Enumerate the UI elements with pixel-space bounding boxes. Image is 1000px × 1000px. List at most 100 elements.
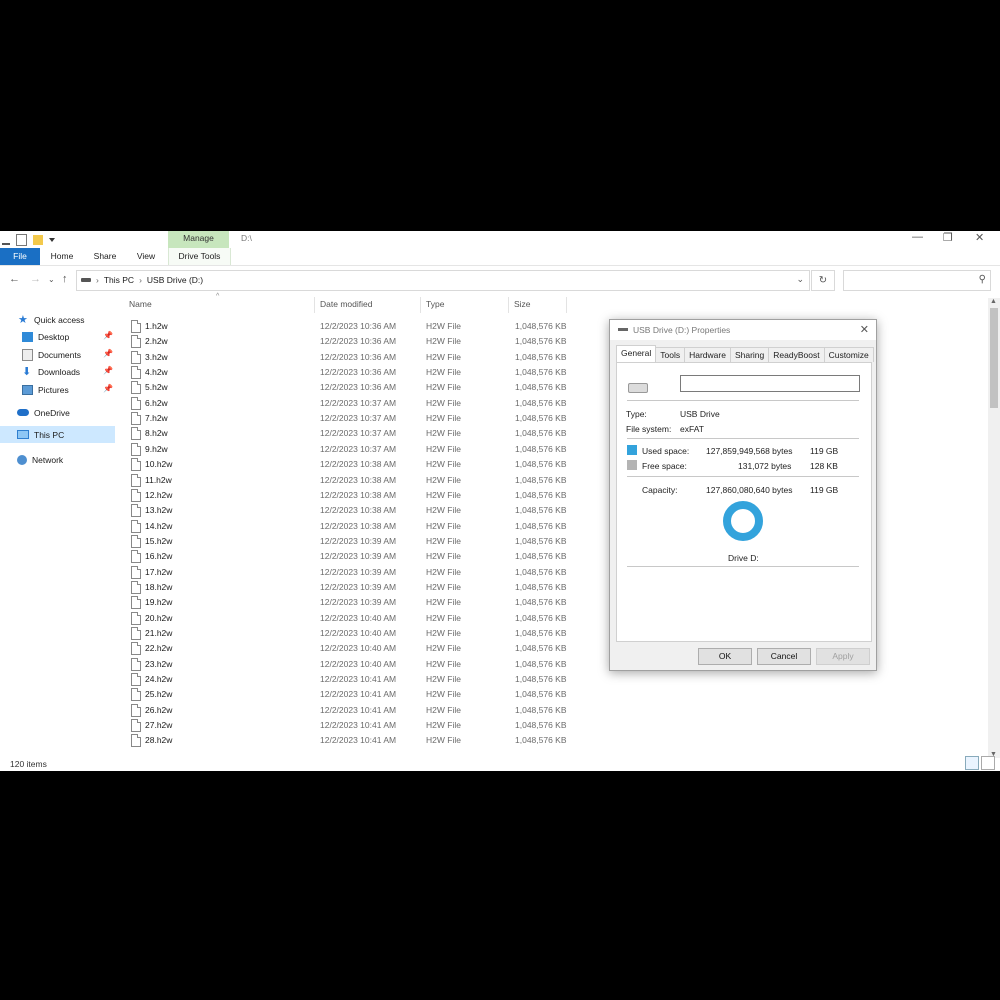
column-separator[interactable]: [420, 297, 421, 313]
usb-drive-icon: [618, 328, 628, 331]
file-size: 1,048,576 KB: [515, 474, 567, 485]
file-name: 10.h2w: [145, 459, 173, 470]
column-separator[interactable]: [566, 297, 567, 313]
tab-view[interactable]: View: [129, 248, 163, 265]
ribbon-tabs: File Home Share View Drive Tools: [0, 248, 1000, 266]
file-type: H2W File: [426, 535, 461, 546]
file-row[interactable]: 18.h2w 12/2/2023 10:39 AM H2W File 1,048,57…: [0, 580, 600, 595]
search-input[interactable]: ⚲: [843, 270, 991, 291]
file-row[interactable]: 16.h2w 12/2/2023 10:39 AM H2W File 1,048,57…: [0, 549, 600, 564]
properties-icon[interactable]: [16, 234, 27, 246]
new-folder-icon[interactable]: [33, 235, 43, 245]
file-icon: [131, 458, 141, 472]
file-row[interactable]: 1.h2w 12/2/2023 10:36 AM H2W File 1,048,576…: [0, 319, 600, 334]
tab-share[interactable]: Share: [87, 248, 123, 265]
manage-tab[interactable]: Manage: [168, 231, 229, 248]
close-button[interactable]: ✕: [975, 231, 984, 244]
file-row[interactable]: 8.h2w 12/2/2023 10:37 AM H2W File 1,048,576…: [0, 426, 600, 441]
tab-tools[interactable]: Tools: [655, 347, 686, 362]
restore-button[interactable]: ❐: [943, 231, 953, 244]
file-icon: [131, 580, 141, 594]
file-row[interactable]: 9.h2w 12/2/2023 10:37 AM H2W File 1,048,576…: [0, 442, 600, 457]
refresh-button[interactable]: ↻: [811, 270, 835, 291]
up-arrow-icon[interactable]: ↑: [62, 273, 68, 285]
tab-hardware[interactable]: Hardware: [684, 347, 731, 362]
file-name: 3.h2w: [145, 351, 168, 362]
file-row[interactable]: 12.h2w 12/2/2023 10:38 AM H2W File 1,048,57…: [0, 488, 600, 503]
file-row[interactable]: 15.h2w 12/2/2023 10:39 AM H2W File 1,048,57…: [0, 534, 600, 549]
column-header-size[interactable]: Size: [514, 299, 531, 309]
file-row[interactable]: 11.h2w 12/2/2023 10:38 AM H2W File 1,048,57…: [0, 473, 600, 488]
column-separator[interactable]: [314, 297, 315, 313]
file-row[interactable]: 25.h2w 12/2/2023 10:41 AM H2W File 1,048,57…: [0, 687, 600, 702]
file-row[interactable]: 23.h2w 12/2/2023 10:40 AM H2W File 1,048,57…: [0, 657, 600, 672]
file-name: 11.h2w: [145, 474, 172, 485]
tab-home[interactable]: Home: [44, 248, 80, 265]
file-row[interactable]: 5.h2w 12/2/2023 10:36 AM H2W File 1,048,576…: [0, 380, 600, 395]
tab-sharing[interactable]: Sharing: [729, 347, 770, 362]
file-icon: [131, 381, 141, 395]
column-separator[interactable]: [508, 297, 509, 313]
column-header-date[interactable]: Date modified: [320, 299, 372, 309]
file-size: 1,048,576 KB: [515, 535, 567, 546]
file-date: 12/2/2023 10:41 AM: [320, 689, 397, 700]
column-header-name[interactable]: Name: [129, 299, 152, 309]
file-name: 17.h2w: [145, 566, 173, 577]
vertical-scrollbar[interactable]: ▲ ▼: [988, 298, 1000, 758]
system-menu-icon[interactable]: [2, 235, 10, 245]
details-view-icon[interactable]: [965, 756, 979, 770]
customize-toolbar-icon[interactable]: [49, 238, 55, 242]
drive-label-input[interactable]: [680, 375, 860, 392]
address-bar[interactable]: › This PC › USB Drive (D:) ⌄: [76, 270, 810, 291]
file-row[interactable]: 26.h2w 12/2/2023 10:41 AM H2W File 1,048,57…: [0, 703, 600, 718]
file-size: 1,048,576 KB: [515, 443, 567, 454]
forward-arrow-icon[interactable]: →: [30, 273, 41, 285]
tab-general[interactable]: General: [616, 345, 657, 362]
file-row[interactable]: 22.h2w 12/2/2023 10:40 AM H2W File 1,048,57…: [0, 641, 600, 656]
file-row[interactable]: 19.h2w 12/2/2023 10:39 AM H2W File 1,048,57…: [0, 595, 600, 610]
recent-locations-icon[interactable]: ⌄: [48, 275, 55, 284]
file-row[interactable]: 4.h2w 12/2/2023 10:36 AM H2W File 1,048,576…: [0, 365, 600, 380]
file-name: 14.h2w: [145, 520, 173, 531]
file-row[interactable]: 21.h2w 12/2/2023 10:40 AM H2W File 1,048,57…: [0, 626, 600, 641]
tab-readyboost[interactable]: ReadyBoost: [768, 347, 825, 362]
file-icon: [131, 627, 141, 640]
file-row[interactable]: 7.h2w 12/2/2023 10:37 AM H2W File 1,048,576…: [0, 411, 600, 426]
file-row[interactable]: 6.h2w 12/2/2023 10:37 AM H2W File 1,048,576…: [0, 396, 600, 411]
cancel-button[interactable]: Cancel: [757, 648, 811, 665]
tab-drive-tools[interactable]: Drive Tools: [168, 248, 231, 265]
file-size: 1,048,576 KB: [515, 581, 567, 592]
free-space-bytes: 131,072 bytes: [738, 461, 792, 471]
file-row[interactable]: 14.h2w 12/2/2023 10:38 AM H2W File 1,048,57…: [0, 519, 600, 534]
breadcrumb-this-pc[interactable]: This PC: [104, 275, 134, 285]
file-icon: [131, 688, 141, 702]
minimize-button[interactable]: —: [912, 231, 923, 243]
file-row[interactable]: 27.h2w 12/2/2023 10:41 AM H2W File 1,048,57…: [0, 718, 600, 733]
file-icon: [131, 396, 141, 410]
scroll-up-icon[interactable]: ▲: [990, 298, 997, 305]
file-row[interactable]: 3.h2w 12/2/2023 10:36 AM H2W File 1,048,576…: [0, 350, 600, 365]
file-row[interactable]: 28.h2w 12/2/2023 10:41 AM H2W File 1,048,57…: [0, 733, 600, 748]
apply-button[interactable]: Apply: [816, 648, 870, 665]
file-row[interactable]: 20.h2w 12/2/2023 10:40 AM H2W File 1,048,57…: [0, 611, 600, 626]
back-arrow-icon[interactable]: ←: [9, 273, 20, 285]
scrollbar-thumb[interactable]: [990, 308, 998, 408]
file-row[interactable]: 24.h2w 12/2/2023 10:41 AM H2W File 1,048,57…: [0, 672, 600, 687]
ok-button[interactable]: OK: [698, 648, 752, 665]
file-date: 12/2/2023 10:36 AM: [320, 367, 397, 378]
status-item-count: 120 items: [10, 759, 47, 769]
file-row[interactable]: 2.h2w 12/2/2023 10:36 AM H2W File 1,048,576…: [0, 334, 600, 349]
dialog-close-icon[interactable]: ✕: [860, 323, 869, 336]
address-dropdown-icon[interactable]: ⌄: [796, 274, 804, 285]
breadcrumb-usb-drive[interactable]: USB Drive (D:): [147, 275, 203, 285]
tab-customize[interactable]: Customize: [823, 347, 874, 362]
file-row[interactable]: 17.h2w 12/2/2023 10:39 AM H2W File 1,048,57…: [0, 565, 600, 580]
large-icons-view-icon[interactable]: [981, 756, 995, 770]
file-row[interactable]: 10.h2w 12/2/2023 10:38 AM H2W File 1,048,57…: [0, 457, 600, 472]
tab-file[interactable]: File: [0, 248, 40, 265]
file-date: 12/2/2023 10:41 AM: [320, 720, 397, 731]
file-date: 12/2/2023 10:37 AM: [320, 413, 397, 424]
file-row[interactable]: 13.h2w 12/2/2023 10:38 AM H2W File 1,048,57…: [0, 503, 600, 518]
column-header-type[interactable]: Type: [426, 299, 444, 309]
file-icon: [131, 335, 141, 349]
